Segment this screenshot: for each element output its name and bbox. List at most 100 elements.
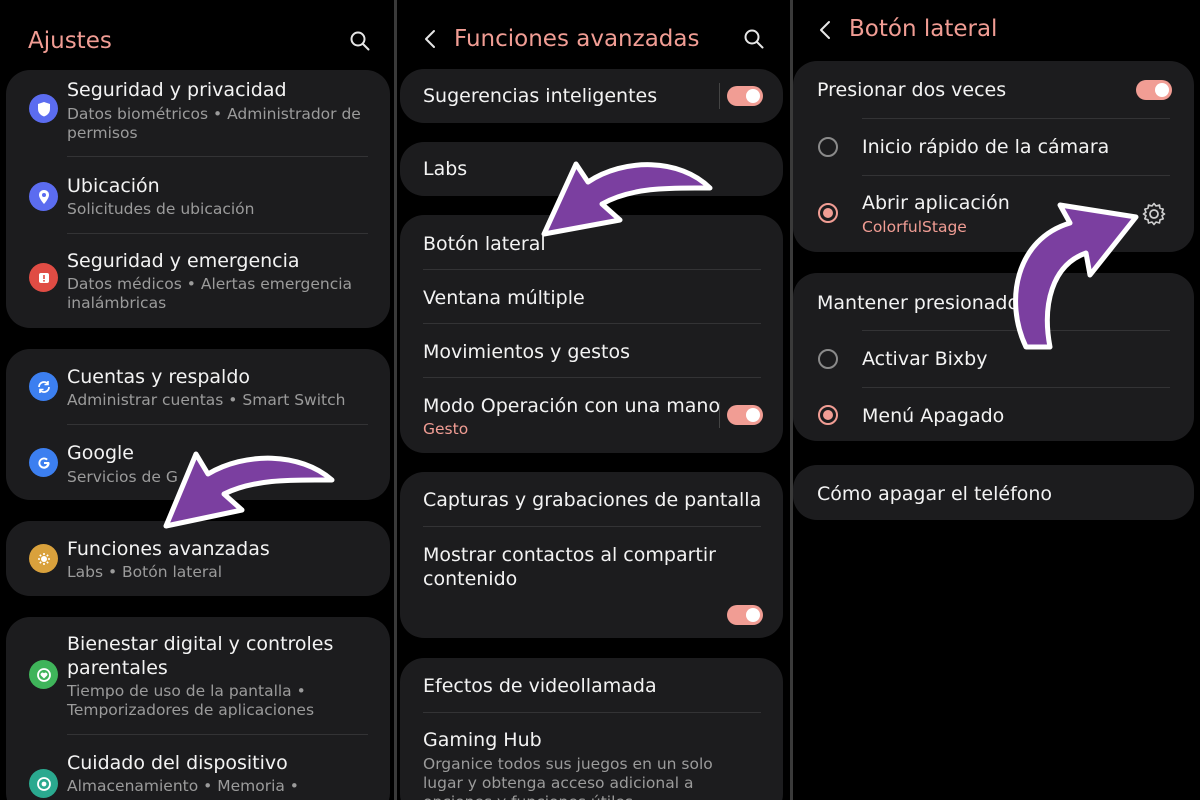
item-subtitle: Datos biométricos • Administrador de per… [67, 105, 361, 142]
sync-icon [29, 372, 58, 401]
item-title: Cuidado del dispositivo [67, 752, 288, 774]
emergency-icon [29, 263, 58, 292]
divider [719, 402, 720, 428]
card-press-hold: Mantener presionado Activar Bixby Menú A… [793, 273, 1194, 441]
card-gestures: Botón lateral Ventana múltiple Movimient… [400, 215, 783, 453]
card-double-press: Presionar dos veces Inicio rápido de la … [793, 61, 1194, 252]
item-title: Seguridad y emergencia [67, 250, 300, 272]
settings-card-security: Seguridad y privacidad Datos biométricos… [6, 70, 390, 328]
settings-item-emergency[interactable]: Seguridad y emergencia Datos médicos • A… [6, 234, 390, 328]
setting-labs[interactable]: Labs [400, 142, 783, 196]
device-care-icon [29, 769, 58, 798]
open-app-radio[interactable] [818, 203, 838, 223]
item-subtitle: Organice todos sus juegos en un solo lug… [423, 755, 713, 800]
link-how-to-power-off[interactable]: Cómo apagar el teléfono [793, 465, 1194, 520]
item-subtitle: Labs • Botón lateral [67, 563, 223, 581]
search-icon[interactable] [349, 30, 371, 52]
item-title: Cuentas y respaldo [67, 366, 251, 388]
item-title: Movimientos y gestos [423, 341, 630, 363]
item-title: Gaming Hub [423, 729, 542, 751]
option-activate-bixby[interactable]: Activar Bixby [793, 331, 1194, 387]
setting-show-contacts[interactable]: Mostrar contactos al compartir contenido [400, 527, 783, 638]
item-title: Menú Apagado [862, 405, 1005, 427]
shield-icon [29, 94, 58, 123]
settings-item-advanced-features[interactable]: Funciones avanzadas Labs • Botón lateral [6, 521, 390, 596]
item-title: Botón lateral [423, 233, 546, 255]
advanced-features-icon [29, 544, 58, 573]
card-video: Efectos de videollamada Gaming Hub Organ… [400, 658, 783, 800]
settings-panel: Ajustes Seguridad y privacidad Datos bio… [0, 0, 394, 800]
item-title: Google [67, 442, 135, 464]
item-title: Abrir aplicación [862, 192, 1010, 214]
item-title: Bienestar digital y controles parentales [67, 633, 334, 679]
divider [719, 83, 720, 109]
setting-screenshots[interactable]: Capturas y grabaciones de pantalla [400, 472, 783, 526]
item-subtitle: Tiempo de uso de la pantalla • Temporiza… [67, 682, 315, 719]
item-title: Ubicación [67, 175, 160, 197]
smart-suggestions-toggle[interactable] [727, 86, 763, 106]
item-title: Presionar dos veces [817, 79, 1007, 101]
item-title: Mantener presionado [817, 292, 1020, 314]
item-title: Efectos de videollamada [423, 675, 657, 697]
power-menu-radio[interactable] [818, 405, 838, 425]
setting-gaming-hub[interactable]: Gaming Hub Organice todos sus juegos en … [400, 713, 783, 800]
setting-one-hand-mode[interactable]: Modo Operación con una mano Gesto [400, 378, 783, 453]
item-title: Seguridad y privacidad [67, 79, 287, 101]
card-capture: Capturas y grabaciones de pantalla Mostr… [400, 472, 783, 638]
activate-bixby-radio[interactable] [818, 349, 838, 369]
advanced-features-panel: Funciones avanzadas Sugerencias intelige… [397, 0, 790, 800]
location-icon [29, 182, 58, 211]
item-subtitle: Administrar cuentas • Smart Switch [67, 391, 346, 409]
option-power-menu[interactable]: Menú Apagado [793, 388, 1194, 441]
item-title: Mostrar contactos al compartir contenido [423, 544, 716, 590]
item-subtitle: ColorfulStage [862, 218, 967, 236]
item-title: Ventana múltiple [423, 287, 585, 309]
back-arrow-icon[interactable] [424, 29, 436, 49]
card-labs: Labs [400, 142, 783, 196]
item-subtitle: Almacenamiento • Memoria • [67, 777, 299, 795]
item-title: Sugerencias inteligentes [423, 85, 658, 107]
item-subtitle: Gesto [423, 420, 469, 438]
settings-header: Ajustes [0, 0, 394, 70]
settings-card-accounts: Cuentas y respaldo Administrar cuentas •… [6, 349, 390, 500]
item-title: Cómo apagar el teléfono [817, 483, 1053, 505]
setting-press-hold: Mantener presionado [793, 273, 1194, 330]
page-title: Funciones avanzadas [454, 26, 700, 52]
page-title: Botón lateral [849, 16, 998, 42]
item-subtitle: Solicitudes de ubicación [67, 200, 255, 218]
settings-item-security[interactable]: Seguridad y privacidad Datos biométricos… [6, 70, 390, 158]
option-open-app[interactable]: Abrir aplicación ColorfulStage [793, 176, 1194, 252]
show-contacts-toggle[interactable] [727, 605, 763, 625]
settings-card-advanced: Funciones avanzadas Labs • Botón lateral [6, 521, 390, 596]
back-arrow-icon[interactable] [819, 20, 831, 40]
setting-side-button[interactable]: Botón lateral [400, 215, 783, 269]
settings-item-location[interactable]: Ubicación Solicitudes de ubicación [6, 158, 390, 234]
setting-multi-window[interactable]: Ventana múltiple [400, 270, 783, 323]
gear-icon[interactable] [1141, 201, 1167, 227]
side-button-header: Botón lateral [793, 0, 1200, 70]
double-press-toggle[interactable] [1136, 80, 1172, 100]
item-title: Inicio rápido de la cámara [862, 136, 1110, 158]
item-title: Activar Bixby [862, 348, 988, 370]
settings-item-wellbeing[interactable]: Bienestar digital y controles parentales… [6, 617, 390, 733]
settings-item-google[interactable]: Google Servicios de G [6, 425, 390, 500]
card-suggestions: Sugerencias inteligentes [400, 69, 783, 123]
item-subtitle: Servicios de G [67, 468, 178, 486]
settings-card-wellbeing: Bienestar digital y controles parentales… [6, 617, 390, 800]
item-title: Modo Operación con una mano [423, 395, 721, 417]
quick-camera-radio[interactable] [818, 137, 838, 157]
setting-motions-gestures[interactable]: Movimientos y gestos [400, 324, 783, 377]
setting-double-press[interactable]: Presionar dos veces [793, 61, 1194, 118]
card-how-to-power-off: Cómo apagar el teléfono [793, 465, 1194, 520]
item-title: Funciones avanzadas [67, 538, 270, 560]
one-hand-mode-toggle[interactable] [727, 405, 763, 425]
advanced-header: Funciones avanzadas [397, 0, 790, 70]
settings-item-device-care[interactable]: Cuidado del dispositivo Almacenamiento •… [6, 735, 390, 800]
setting-video-call-effects[interactable]: Efectos de videollamada [400, 658, 783, 712]
item-title: Capturas y grabaciones de pantalla [423, 489, 762, 511]
item-subtitle: Datos médicos • Alertas emergencia inalá… [67, 275, 353, 312]
settings-item-accounts[interactable]: Cuentas y respaldo Administrar cuentas •… [6, 349, 390, 425]
option-quick-camera[interactable]: Inicio rápido de la cámara [793, 119, 1194, 175]
search-icon[interactable] [743, 28, 765, 50]
setting-smart-suggestions[interactable]: Sugerencias inteligentes [400, 69, 783, 123]
